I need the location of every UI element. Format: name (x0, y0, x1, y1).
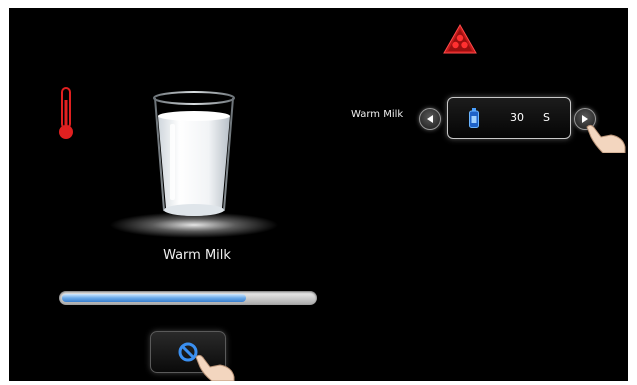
warning-triangle-icon[interactable] (443, 24, 477, 54)
thermometer-icon (59, 87, 73, 139)
setting-unit: S (543, 111, 550, 124)
setting-label: Warm Milk (351, 109, 404, 120)
hand-pointer-icon (195, 354, 235, 381)
decrease-button[interactable] (419, 108, 441, 130)
milk-bottle-icon (469, 108, 479, 128)
hand-pointer-icon (586, 124, 626, 153)
setting-value-box[interactable]: 30 S (447, 97, 571, 139)
drink-name: Warm Milk (163, 248, 231, 263)
brew-progress-bar (59, 291, 317, 305)
machine-display: Warm Milk Warm Milk 30 S (9, 8, 628, 381)
setting-value: 30 (510, 111, 524, 124)
left-arrow-icon (427, 115, 433, 123)
milk-glass-image (153, 91, 235, 216)
progress-fill (62, 294, 246, 302)
